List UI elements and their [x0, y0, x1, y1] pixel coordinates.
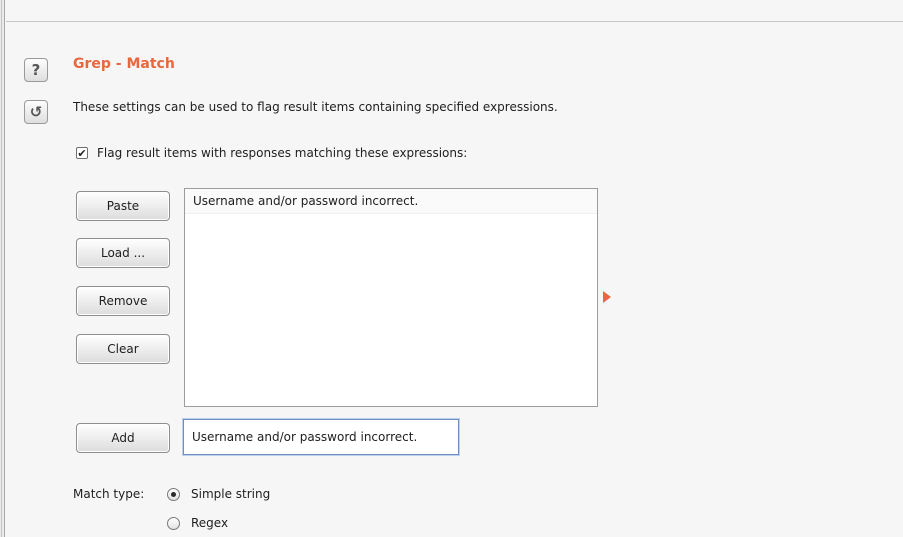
flag-checkbox[interactable]: ✔ — [76, 147, 88, 159]
panel-left-border — [0, 0, 5, 537]
restore-defaults-icon[interactable]: ↺ — [24, 100, 48, 124]
top-divider — [6, 21, 903, 22]
checkmark-icon: ✔ — [77, 146, 87, 160]
radio-regex[interactable]: Regex — [167, 516, 228, 530]
expand-arrow-icon[interactable] — [603, 291, 611, 303]
add-expression-input[interactable] — [183, 419, 459, 455]
load-button[interactable]: Load ... — [76, 238, 170, 268]
radio-label: Regex — [191, 516, 229, 530]
expressions-list[interactable]: Username and/or password incorrect. — [184, 188, 598, 407]
match-type-label: Match type: — [73, 487, 145, 501]
list-item[interactable]: Username and/or password incorrect. — [185, 189, 597, 214]
radio-label: Simple string — [191, 487, 271, 501]
section-description: These settings can be used to flag resul… — [73, 100, 558, 114]
clear-button[interactable]: Clear — [76, 334, 170, 364]
paste-button[interactable]: Paste — [76, 191, 170, 221]
remove-button[interactable]: Remove — [76, 286, 170, 316]
radio-button[interactable] — [167, 487, 180, 501]
help-icon[interactable]: ? — [24, 58, 48, 82]
flag-option-row[interactable]: ✔ Flag result items with responses match… — [76, 146, 467, 160]
add-button[interactable]: Add — [76, 423, 170, 453]
radio-button[interactable] — [167, 516, 180, 530]
radio-selected-dot — [171, 491, 176, 497]
radio-simple-string[interactable]: Simple string — [167, 487, 270, 501]
section-title: Grep - Match — [73, 56, 175, 72]
flag-checkbox-label: Flag result items with responses matchin… — [97, 146, 468, 160]
